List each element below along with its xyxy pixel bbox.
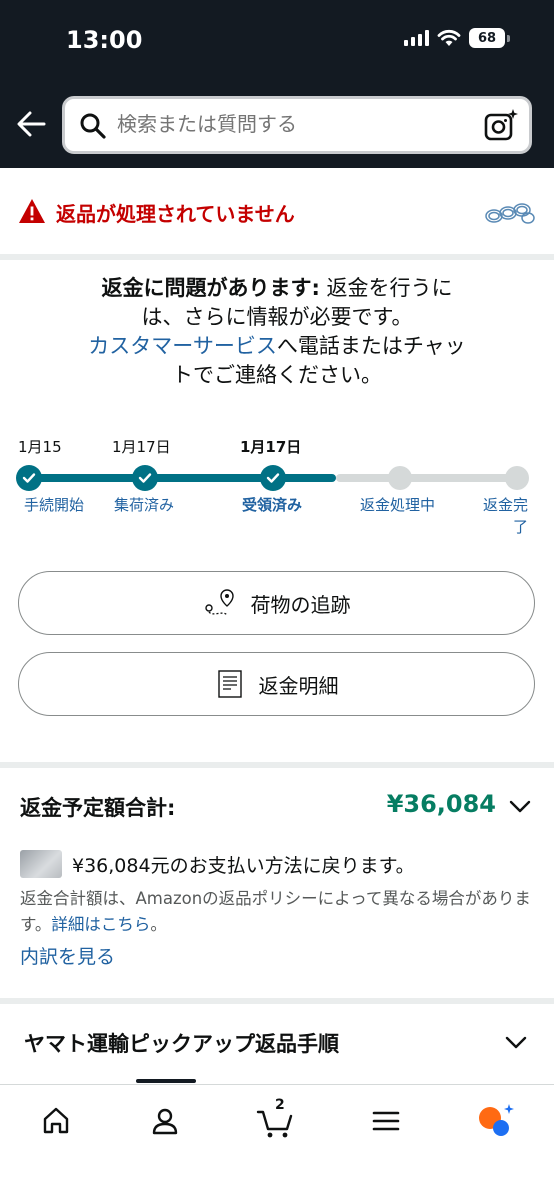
return-progress-tracker: 1月15日 1月17日 1月17日 手続開始 集荷済み 受領済み 返金処理中 返… [0, 430, 554, 540]
progress-remaining [336, 474, 524, 482]
payment-method-row: ¥36,084元のお支払い方法に戻ります。 [20, 850, 415, 878]
ai-assistant-icon [479, 1104, 514, 1136]
step-node-5 [505, 466, 529, 490]
step-date-2: 1月17日 [112, 438, 171, 456]
nav-cart[interactable]: 2 [255, 1097, 295, 1141]
step-label-1: 手続開始 [24, 496, 85, 514]
user-icon [152, 1108, 178, 1135]
alert-title: 返品が処理されていません [56, 202, 295, 226]
search-icon [80, 113, 106, 139]
step-node-3 [260, 465, 286, 491]
refund-issue-message: 返金に問題があります: 返金を行うに は、さらに情報が必要です。 カスタマーサー… [40, 274, 514, 390]
divider [0, 254, 554, 260]
check-icon [138, 473, 152, 483]
receipt-icon [217, 670, 242, 698]
chevron-down-icon[interactable] [508, 798, 532, 814]
credit-card-icon [20, 850, 62, 878]
progress-filled [24, 474, 336, 482]
issue-text-1: 返金を行うに [319, 276, 453, 300]
nav-rufus[interactable] [476, 1101, 516, 1141]
yamato-return-steps-title[interactable]: ヤマト運輸ピックアップ返品手順 [24, 1028, 339, 1058]
battery-icon: 68 [469, 28, 510, 48]
search-bar[interactable] [62, 96, 532, 154]
step-date-1: 1月15日 [18, 438, 62, 456]
app-header: 13:00 68 [0, 0, 554, 168]
customer-service-link[interactable]: カスタマーサービス [88, 334, 277, 358]
issue-heading: 返金に問題があります: [101, 276, 320, 300]
step-label-5: 返金完了 [482, 496, 528, 536]
back-arrow-icon[interactable] [14, 108, 50, 140]
nav-active-indicator [136, 1079, 196, 1083]
step-node-2 [132, 465, 158, 491]
menu-icon [372, 1111, 400, 1131]
track-package-label: 荷物の追跡 [250, 592, 351, 617]
check-icon [266, 473, 280, 483]
cellular-signal-icon [404, 30, 429, 46]
step-node-4 [388, 466, 412, 490]
step-label-2: 集荷済み [114, 496, 175, 514]
status-icons: 68 [404, 28, 510, 48]
refund-total-title: 返金予定額合計: [20, 796, 176, 820]
search-input[interactable] [117, 112, 477, 136]
camera-search-icon[interactable] [483, 107, 519, 143]
battery-level: 68 [469, 28, 505, 48]
step-label-4: 返金処理中 [360, 496, 436, 514]
issue-text-4: トでご連絡ください。 [172, 363, 382, 387]
route-pin-icon [204, 589, 234, 616]
warning-icon [19, 199, 45, 223]
nav-home[interactable] [36, 1101, 76, 1141]
cart-count: 2 [275, 1097, 285, 1113]
divider [0, 998, 554, 1004]
policy-details-link[interactable]: 詳細はこちら [51, 915, 150, 934]
step-node-1 [16, 465, 42, 491]
refund-details-label: 返金明細 [258, 673, 339, 698]
status-time: 13:00 [66, 26, 143, 54]
refund-policy-text: 返金合計額は、Amazonの返品ポリシーによって異なる場合があります。詳細はこち… [20, 889, 531, 934]
wifi-icon [437, 29, 461, 46]
view-breakdown-link[interactable]: 内訳を見る [20, 942, 115, 969]
return-alert: 返品が処理されていません [0, 168, 554, 256]
nav-menu[interactable] [366, 1101, 406, 1141]
check-icon [22, 473, 36, 483]
track-package-button[interactable]: 荷物の追跡 [18, 571, 535, 635]
step-date-3: 1月17日 [240, 438, 302, 456]
divider [0, 762, 554, 768]
issue-text-3: へ電話またはチャッ [276, 334, 466, 358]
bottom-navigation: 2 [0, 1079, 554, 1200]
refund-total-amount[interactable]: ¥36,084 [387, 790, 496, 818]
nav-account[interactable] [145, 1101, 185, 1141]
issue-text-2: は、さらに情報が必要です。 [141, 305, 413, 329]
step-label-3: 受領済み [242, 496, 303, 514]
payment-method-text: ¥36,084元のお支払い方法に戻ります。 [72, 854, 415, 877]
return-boxes-icon [485, 203, 535, 224]
chevron-down-icon[interactable] [504, 1034, 528, 1050]
refund-details-button[interactable]: 返金明細 [18, 652, 535, 716]
home-icon [43, 1107, 69, 1134]
